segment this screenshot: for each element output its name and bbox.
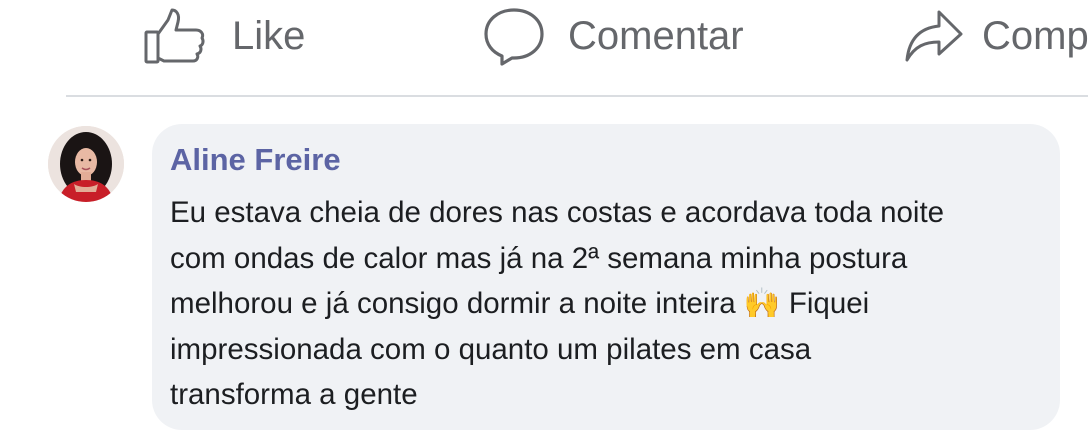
like-label: Like <box>232 13 306 58</box>
comment-button[interactable]: Comentar <box>482 6 744 66</box>
avatar[interactable] <box>48 126 124 202</box>
divider <box>66 95 1088 97</box>
share-label: Comp <box>982 13 1088 58</box>
post-comment-view: Like Comentar Comp Aline Freire Eu estav… <box>0 0 1088 438</box>
speech-bubble-icon <box>482 6 546 66</box>
comment-label: Comentar <box>568 13 744 58</box>
comment-bubble: Aline Freire Eu estava cheia de dores na… <box>152 124 1060 430</box>
like-button[interactable]: Like <box>142 6 305 66</box>
share-arrow-icon <box>902 6 964 66</box>
post-action-bar: Like Comentar Comp <box>0 0 1088 80</box>
share-button[interactable]: Comp <box>902 6 1088 66</box>
comment-author[interactable]: Aline Freire <box>170 140 1042 180</box>
thumbs-up-icon <box>142 6 206 66</box>
comment-text: Eu estava cheia de dores nas costas e ac… <box>170 196 945 411</box>
